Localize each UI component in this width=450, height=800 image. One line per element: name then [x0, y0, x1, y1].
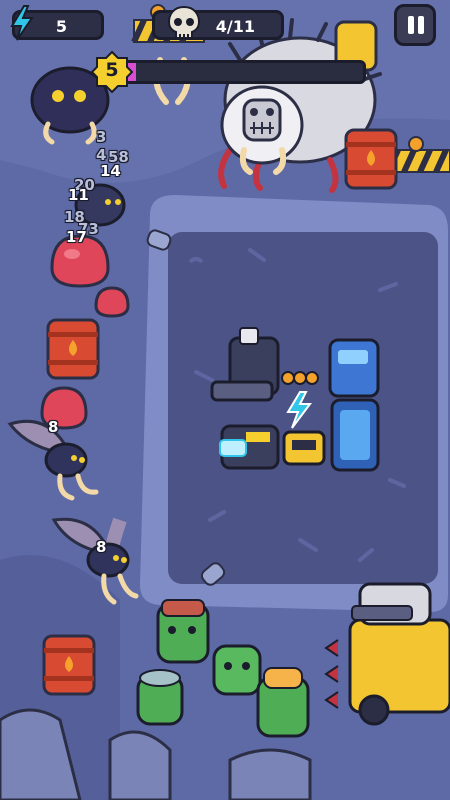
zombie-enemy-1 [156, 599, 210, 664]
yellow-drone-unit[interactable] [282, 430, 326, 466]
explosive-barrel-2 [344, 128, 398, 190]
blue-mech-unit[interactable] [328, 338, 380, 398]
explosive-barrel-1 [46, 318, 100, 380]
damage-number: 3 [96, 128, 107, 146]
skull-icon [167, 5, 201, 39]
damage-number: 8 [48, 418, 59, 436]
damage-number: 17 [66, 228, 87, 246]
pause-button[interactable] [394, 4, 436, 46]
lightning-icon [10, 5, 34, 41]
energy-value: 5 [55, 17, 67, 36]
pause-icon [418, 16, 424, 34]
explosive-barrel-3 [42, 634, 96, 696]
kill-counter-value: 4/11 [215, 17, 255, 36]
pause-icon [408, 16, 414, 34]
zombie-enemy-2 [212, 644, 262, 696]
zombie-enemy-4 [256, 667, 310, 738]
level-number: 5 [105, 59, 119, 81]
damage-number: 14 [100, 162, 121, 180]
laser-gun-unit[interactable] [219, 424, 280, 470]
level-badge: 5 [90, 50, 134, 94]
xp-progress-bar [118, 60, 366, 84]
damage-number: 8 [96, 538, 107, 556]
blue-battery-tower-unit[interactable] [330, 398, 380, 472]
zombie-enemy-3 [136, 669, 184, 726]
damage-number: 11 [68, 186, 89, 204]
game-scene [0, 0, 450, 800]
small-red-slime-enemy [94, 286, 130, 318]
ammo-shells [281, 371, 319, 385]
